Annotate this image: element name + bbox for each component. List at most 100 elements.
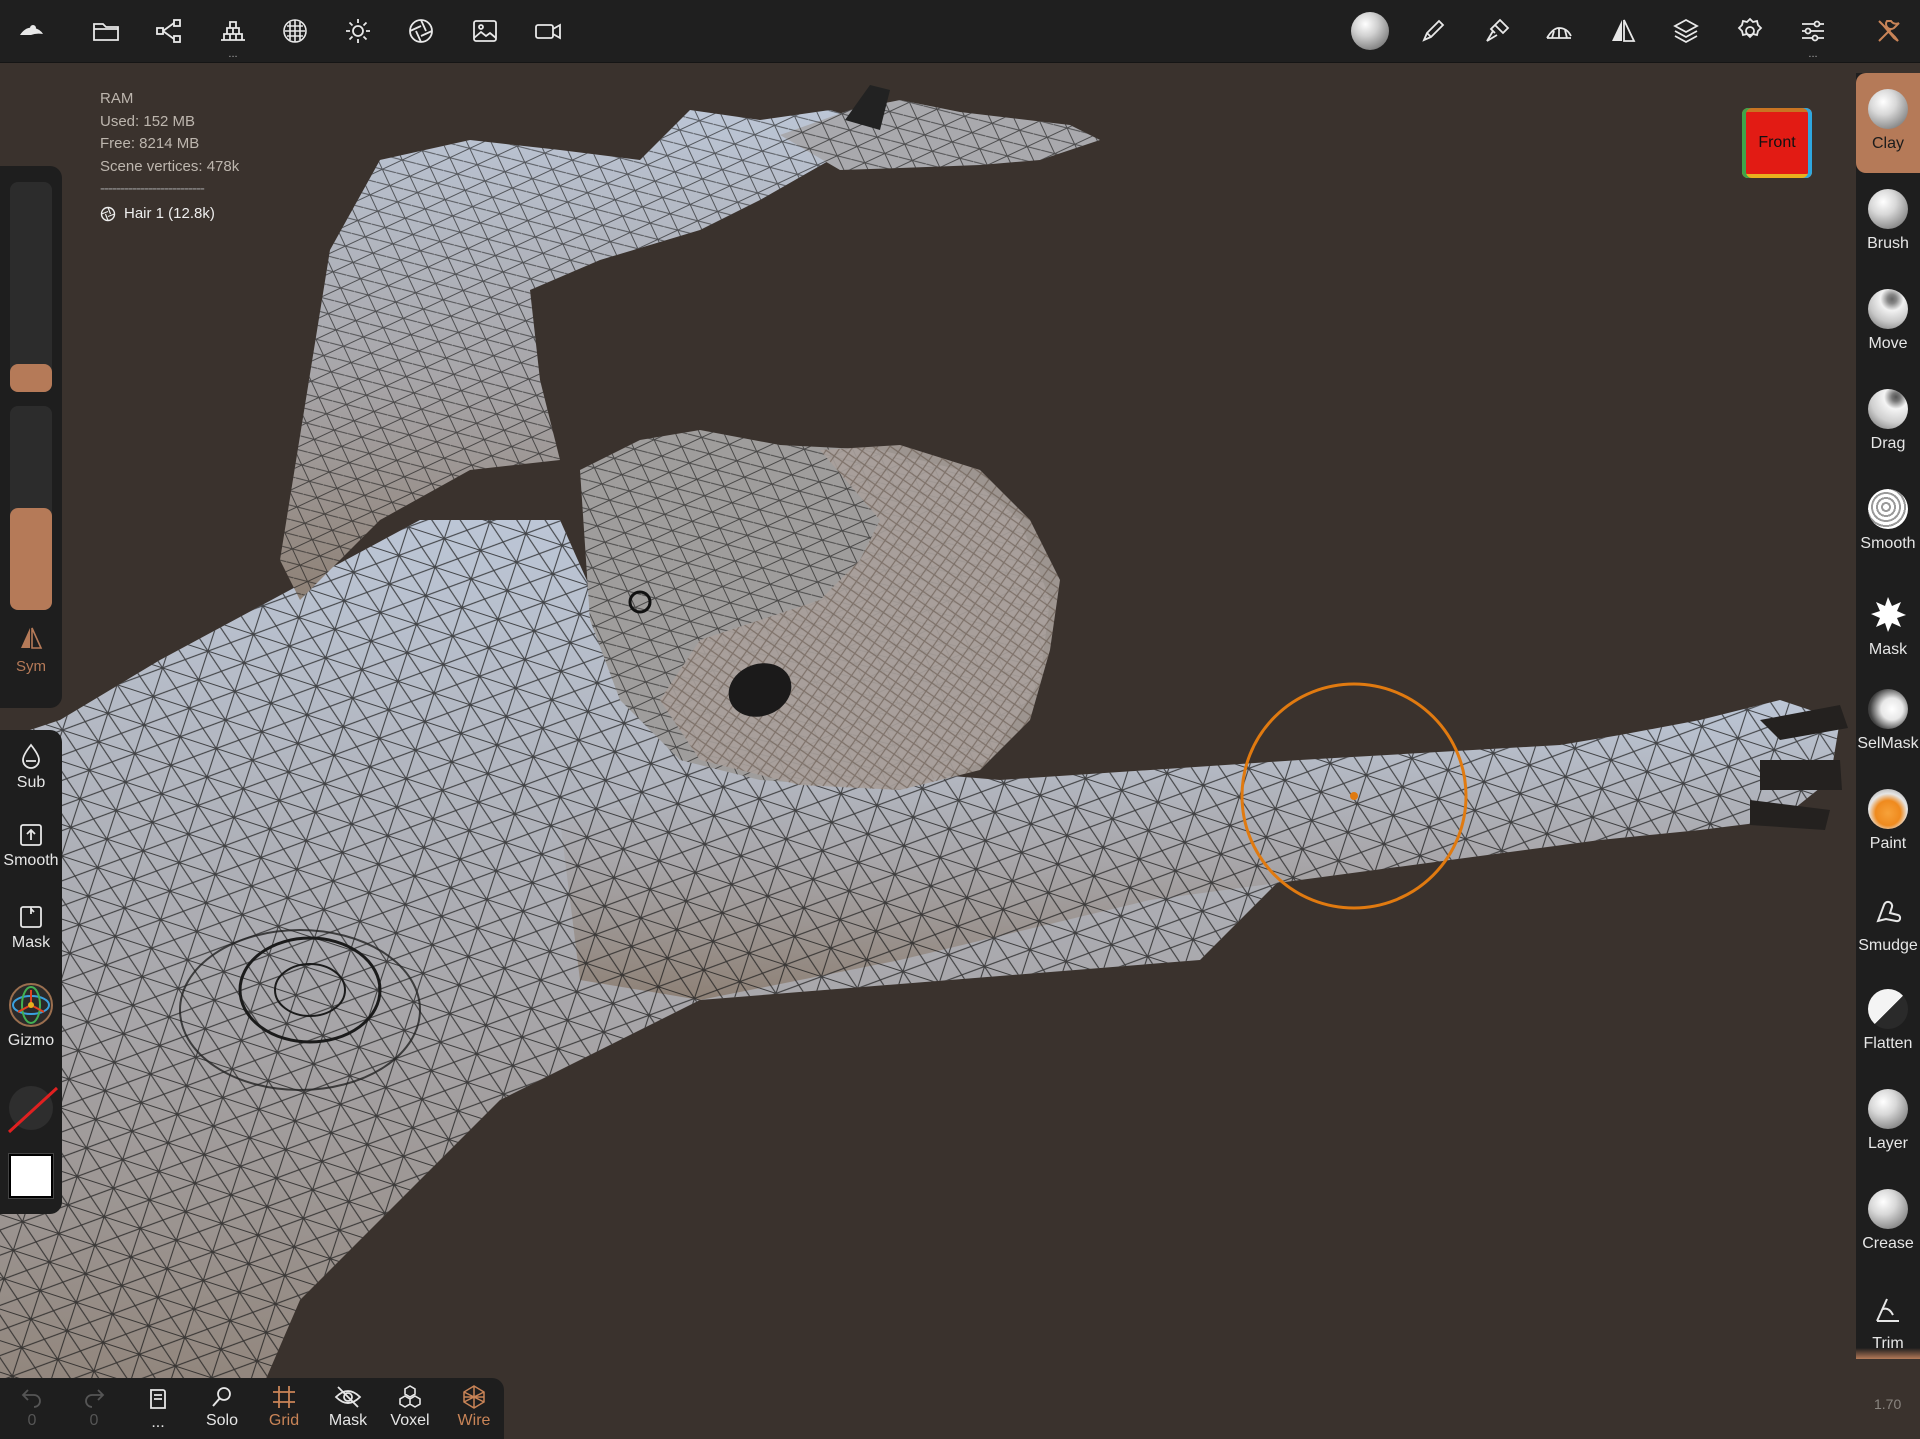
no-material-icon xyxy=(7,1086,59,1134)
sub-button[interactable]: Sub xyxy=(0,742,62,792)
tool-smooth[interactable]: Smooth xyxy=(1856,473,1920,573)
background-image-icon[interactable] xyxy=(454,0,516,62)
search-icon xyxy=(212,1387,231,1407)
stats-separator: -------------------------- xyxy=(100,180,205,197)
tool-label: Flatten xyxy=(1863,1035,1913,1052)
history-button[interactable]: ... xyxy=(128,1386,188,1432)
tool-move[interactable]: Move xyxy=(1856,273,1920,373)
sym-label: Sym xyxy=(16,658,46,675)
tool-flatten[interactable]: Flatten xyxy=(1856,973,1920,1073)
tool-label: Smooth xyxy=(1860,535,1916,552)
voxel-button[interactable]: Voxel xyxy=(380,1384,440,1430)
layer-brush-icon xyxy=(1868,1089,1908,1129)
tool-mask[interactable]: Mask xyxy=(1856,573,1920,673)
stroke-brush-icon[interactable] xyxy=(1402,0,1464,62)
tool-selmask[interactable]: SelMask xyxy=(1856,673,1920,773)
shading-icon xyxy=(100,206,116,221)
tools-sidebar: Clay Brush Move Drag Smooth Mask SelMask… xyxy=(1856,73,1920,1359)
primitives-icon[interactable]: ... xyxy=(202,0,264,62)
settings-icon[interactable] xyxy=(1719,0,1781,62)
selected-object[interactable]: Hair 1 (12.8k) xyxy=(100,203,239,226)
scene-stats: RAM Used: 152 MB Free: 8214 MB Scene ver… xyxy=(100,88,239,225)
undo-count: 0 xyxy=(27,1412,37,1429)
mask-visibility-button[interactable]: Mask xyxy=(318,1384,378,1430)
mask-label: Mask xyxy=(328,1412,368,1429)
undo-button[interactable]: 0 xyxy=(2,1384,62,1430)
smooth-label: Smooth xyxy=(3,852,59,869)
tool-layer[interactable]: Layer xyxy=(1856,1073,1920,1173)
tool-clay[interactable]: Clay xyxy=(1856,73,1920,173)
selected-object-label: Hair 1 (12.8k) xyxy=(124,204,215,222)
intensity-slider[interactable] xyxy=(10,406,52,610)
redo-button[interactable]: 0 xyxy=(64,1384,124,1430)
sliders-icon[interactable]: ... xyxy=(1782,0,1844,62)
ram-free: Free: 8214 MB xyxy=(100,135,200,152)
brush-settings-panel: Sym xyxy=(0,166,62,708)
tool-label: Move xyxy=(1868,335,1908,352)
bottom-toolbar: 0 0 ... Solo Grid Mask Voxel Wire xyxy=(0,1378,504,1439)
folder-icon[interactable] xyxy=(75,0,137,62)
tool-crease[interactable]: Crease xyxy=(1856,1173,1920,1273)
radius-slider[interactable] xyxy=(10,182,52,392)
layers-icon[interactable] xyxy=(1655,0,1717,62)
wire-button[interactable]: Wire xyxy=(444,1384,504,1430)
tool-smudge[interactable]: Smudge xyxy=(1856,873,1920,973)
move-brush-icon xyxy=(1868,289,1908,329)
sub-label: Sub xyxy=(16,774,46,791)
tool-label: Drag xyxy=(1870,435,1906,452)
voxel-label: Voxel xyxy=(390,1412,430,1429)
radius-slider-fill[interactable] xyxy=(10,364,52,392)
3d-viewport[interactable] xyxy=(0,63,1920,1439)
mask-box-icon xyxy=(20,906,42,928)
undo-icon xyxy=(21,1389,41,1408)
scene-vertices: Scene vertices: 478k xyxy=(100,157,240,175)
mask-label: Mask xyxy=(11,934,51,951)
nomad-logo-icon[interactable] xyxy=(0,0,62,62)
tool-drag[interactable]: Drag xyxy=(1856,373,1920,473)
video-record-icon[interactable] xyxy=(517,0,579,62)
redo-icon xyxy=(85,1389,105,1408)
gizmo-button[interactable]: Gizmo xyxy=(0,982,62,1050)
shading-icon[interactable] xyxy=(390,0,452,62)
selmask-brush-icon xyxy=(1868,689,1908,729)
paint-color-swatch[interactable] xyxy=(0,1153,62,1199)
smudge-hand-icon xyxy=(1876,900,1902,923)
book-icon xyxy=(150,1389,166,1409)
tool-label: Layer xyxy=(1867,1135,1909,1152)
topology-icon[interactable] xyxy=(1528,0,1590,62)
wire-label: Wire xyxy=(457,1412,491,1429)
tools-icon[interactable] xyxy=(1858,0,1920,62)
tools-scroll-indicator xyxy=(1856,1348,1920,1359)
quick-tools-panel: Sub Smooth Mask Gizmo xyxy=(0,730,62,1214)
clay-brush-icon xyxy=(1868,89,1908,129)
drop-icon xyxy=(22,743,40,769)
smooth-brush-icon xyxy=(1868,489,1908,529)
material-color-button[interactable] xyxy=(0,1080,62,1140)
view-cube-label: Front xyxy=(1758,134,1796,151)
crease-brush-icon xyxy=(1868,1189,1908,1229)
voxel-cubes-icon xyxy=(399,1385,421,1408)
smooth-button[interactable]: Smooth xyxy=(0,822,62,870)
tool-brush[interactable]: Brush xyxy=(1856,173,1920,273)
grid-button[interactable]: Grid xyxy=(254,1384,314,1430)
ram-used: Used: 152 MB xyxy=(100,112,196,130)
solo-button[interactable]: Solo xyxy=(192,1384,252,1430)
grid-label: Grid xyxy=(268,1412,300,1429)
intensity-slider-fill[interactable] xyxy=(10,508,52,610)
gizmo-icon xyxy=(9,983,53,1027)
eye-hidden-icon xyxy=(334,1386,362,1408)
mask-button[interactable]: Mask xyxy=(0,904,62,952)
matcap-sphere-icon[interactable] xyxy=(1339,0,1401,62)
light-icon[interactable] xyxy=(327,0,389,62)
sym-toggle[interactable]: Sym xyxy=(0,626,62,675)
scene-tree-icon[interactable] xyxy=(138,0,200,62)
tool-label: Paint xyxy=(1869,835,1907,852)
smooth-box-icon xyxy=(20,824,42,846)
tool-paint[interactable]: Paint xyxy=(1856,773,1920,873)
symmetry-icon[interactable] xyxy=(1592,0,1654,62)
flatten-brush-icon xyxy=(1868,989,1908,1029)
view-cube[interactable]: Front xyxy=(1742,108,1812,178)
paint-tool-icon[interactable] xyxy=(1466,0,1528,62)
brush-icon xyxy=(1868,189,1908,229)
material-icon[interactable] xyxy=(264,0,326,62)
